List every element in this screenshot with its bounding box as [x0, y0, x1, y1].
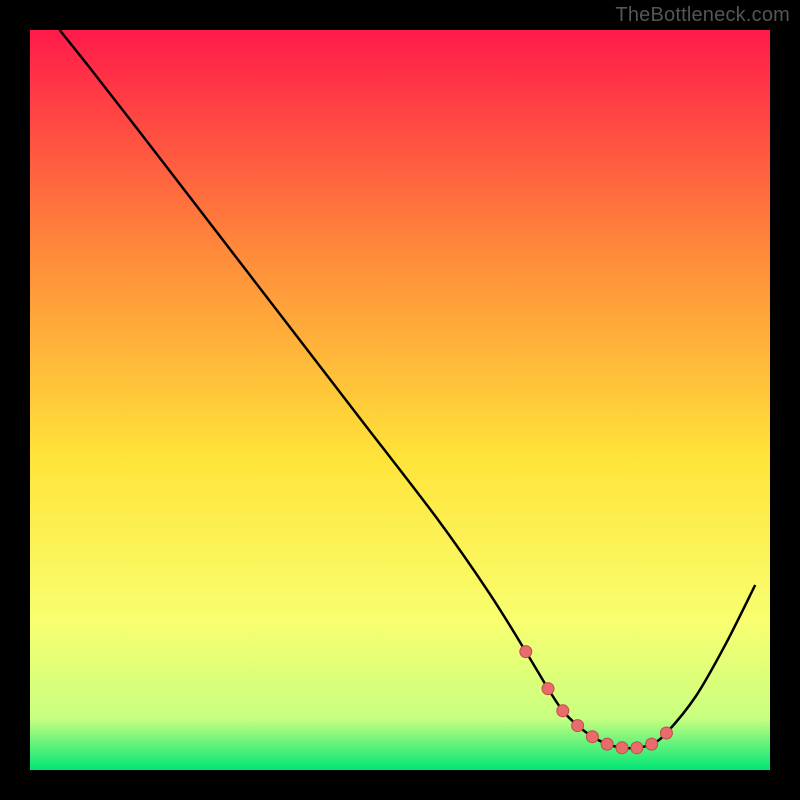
chart-container: { "watermark": "TheBottleneck.com", "col… — [0, 0, 800, 800]
sweet-spot-dot — [616, 742, 628, 754]
plot-area — [30, 30, 770, 770]
sweet-spot-dot — [601, 738, 613, 750]
sweet-spot-dot — [646, 738, 658, 750]
sweet-spot-dot — [542, 683, 554, 695]
bottleneck-chart — [0, 0, 800, 800]
sweet-spot-dot — [520, 646, 532, 658]
watermark-text: TheBottleneck.com — [615, 4, 790, 27]
sweet-spot-dot — [557, 705, 569, 717]
sweet-spot-dot — [586, 731, 598, 743]
sweet-spot-dot — [572, 720, 584, 732]
sweet-spot-dot — [660, 727, 672, 739]
sweet-spot-dot — [631, 742, 643, 754]
